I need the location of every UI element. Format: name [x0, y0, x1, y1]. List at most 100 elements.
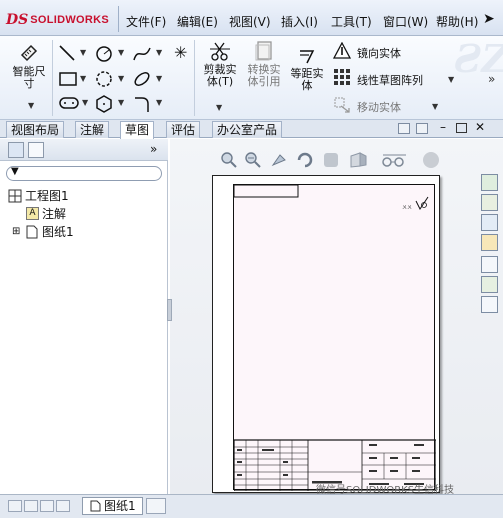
view-orientation-icon[interactable]: [348, 151, 370, 169]
spline-dropdown[interactable]: ▼: [156, 48, 162, 57]
line-dropdown[interactable]: ▼: [80, 48, 86, 57]
appearances-icon[interactable]: [481, 276, 498, 293]
tree-item-annotations[interactable]: A 注解: [26, 205, 66, 222]
menu-view[interactable]: 视图(V): [229, 13, 271, 30]
minimize-icon[interactable]: –: [440, 120, 446, 134]
display-style-icon[interactable]: [322, 151, 340, 169]
menu-tools[interactable]: 工具(T): [331, 13, 372, 30]
cascade-window-icon[interactable]: [416, 123, 428, 134]
tab-annotation[interactable]: 注解: [75, 121, 110, 138]
tab-office-products[interactable]: 办公室产品: [212, 121, 283, 138]
rectangle-icon[interactable]: [58, 70, 78, 88]
menu-help[interactable]: 帮助(H): [436, 13, 478, 30]
hide-show-items-icon[interactable]: [380, 151, 408, 169]
last-sheet-icon[interactable]: [56, 500, 70, 512]
feature-tree-tab-icon[interactable]: [8, 142, 24, 158]
offset-icon: [300, 50, 315, 64]
command-tabs: 视图布局 注解 草图 评估 办公室产品 – ✕: [0, 120, 503, 139]
tab-sketch[interactable]: 草图: [120, 121, 155, 139]
menu-pin-icon[interactable]: ➤: [483, 11, 495, 27]
move-entities-icon[interactable]: [333, 96, 351, 114]
menu-edit[interactable]: 编辑(E): [177, 13, 218, 30]
title-block-drawing: ㄨㄨ: [234, 185, 436, 491]
polygon-dropdown[interactable]: ▼: [118, 98, 124, 107]
smart-dimension-dropdown[interactable]: ▼: [28, 101, 34, 110]
menu-window[interactable]: 窗口(W): [383, 13, 428, 30]
mirror-label[interactable]: 镜向实体: [357, 45, 401, 61]
arc-dropdown[interactable]: ▼: [118, 74, 124, 83]
rectangle-dropdown[interactable]: ▼: [80, 74, 86, 83]
offset-entities-button[interactable]: 等距实 体: [287, 48, 327, 92]
slot-icon[interactable]: [58, 96, 80, 110]
panel-splitter-handle[interactable]: [167, 299, 172, 321]
move-entities-label[interactable]: 移动实体: [357, 99, 401, 115]
ds-watermark-icon: ƧZ: [454, 36, 503, 81]
close-icon[interactable]: ✕: [475, 120, 485, 134]
file-explorer-icon[interactable]: [481, 234, 498, 251]
custom-properties-icon[interactable]: [481, 296, 498, 313]
ellipse-dropdown[interactable]: ▼: [156, 74, 162, 83]
ribbon-separator: [194, 40, 195, 116]
previous-sheet-icon[interactable]: [24, 500, 38, 512]
annotations-icon: A: [26, 207, 39, 220]
drawing-sheet[interactable]: ㄨㄨ: [212, 175, 440, 493]
ellipse-icon[interactable]: [132, 69, 152, 89]
tree-item-drawing[interactable]: 工程图1: [8, 187, 69, 204]
arc-icon[interactable]: [94, 69, 114, 89]
circle-icon[interactable]: [94, 44, 114, 64]
convert-entities-button[interactable]: 转换实 体引用: [243, 40, 285, 88]
tile-window-icon[interactable]: [398, 123, 410, 134]
panel-expand-icon[interactable]: »: [150, 142, 157, 156]
spline-icon[interactable]: [132, 44, 152, 64]
graphics-area[interactable]: ㄨㄨ: [167, 139, 503, 494]
circle-dropdown[interactable]: ▼: [118, 48, 124, 57]
move-dropdown[interactable]: ▼: [432, 102, 438, 111]
menu-file[interactable]: 文件(F): [126, 13, 166, 30]
line-icon[interactable]: [58, 44, 76, 62]
menu-separator: [118, 6, 119, 32]
trim-label: 剪裁实 体(T): [203, 63, 237, 88]
expand-icon[interactable]: ⊞: [12, 226, 22, 237]
trim-entities-button[interactable]: 剪裁实 体(T): [199, 40, 241, 88]
offset-label: 等距实 体: [290, 67, 324, 92]
home-icon[interactable]: [481, 194, 498, 211]
linear-pattern-icon[interactable]: [333, 68, 351, 86]
zoom-to-area-icon[interactable]: [244, 151, 262, 169]
menu-insert[interactable]: 插入(I): [281, 13, 318, 30]
tree-item-sheet[interactable]: ⊞ 图纸1: [12, 223, 74, 240]
sheet-tab-label: 图纸1: [104, 499, 136, 513]
first-sheet-icon[interactable]: [8, 500, 22, 512]
linear-pattern-label[interactable]: 线性草图阵列: [357, 72, 423, 88]
appearance-icon[interactable]: [422, 151, 440, 169]
solidworks-logo[interactable]: DS SOLIDWORKS: [6, 12, 109, 28]
slot-dropdown[interactable]: ▼: [82, 98, 88, 107]
polygon-icon[interactable]: [94, 94, 114, 114]
tree-filter-input[interactable]: ▼: [6, 166, 162, 181]
resources-icon[interactable]: [481, 174, 498, 191]
sheet-icon: [26, 225, 38, 238]
design-library-icon[interactable]: [481, 214, 498, 231]
next-sheet-icon[interactable]: [40, 500, 54, 512]
smart-dimension-label: 智能尺 寸: [12, 65, 46, 90]
menu-bar: DS SOLIDWORKS 文件(F) 编辑(E) 视图(V) 插入(I) 工具…: [0, 0, 503, 36]
sheet-tab-1[interactable]: 图纸1: [82, 497, 143, 515]
view-palette-icon[interactable]: [481, 256, 498, 273]
property-tab-icon[interactable]: [28, 142, 44, 158]
tree-root-label: 工程图1: [25, 189, 69, 203]
maximize-icon[interactable]: [456, 123, 467, 133]
rebuild-icon[interactable]: [296, 151, 314, 169]
zoom-to-fit-icon[interactable]: [220, 151, 238, 169]
mirror-icon[interactable]: [333, 42, 351, 59]
fillet-icon[interactable]: [132, 94, 152, 114]
previous-view-icon[interactable]: [270, 151, 288, 169]
sheet-icon: [90, 500, 101, 512]
smart-dimension-icon: [20, 44, 38, 62]
point-icon[interactable]: ✳: [174, 43, 187, 62]
smart-dimension-button[interactable]: 智能尺 寸: [8, 40, 50, 90]
tab-view-layout[interactable]: 视图布局: [6, 121, 65, 138]
trim-dropdown[interactable]: ▼: [216, 103, 222, 112]
convert-label: 转换实 体引用: [247, 63, 281, 88]
fillet-dropdown[interactable]: ▼: [156, 98, 162, 107]
add-sheet-icon[interactable]: [146, 498, 166, 514]
tab-evaluate[interactable]: 评估: [166, 121, 201, 138]
